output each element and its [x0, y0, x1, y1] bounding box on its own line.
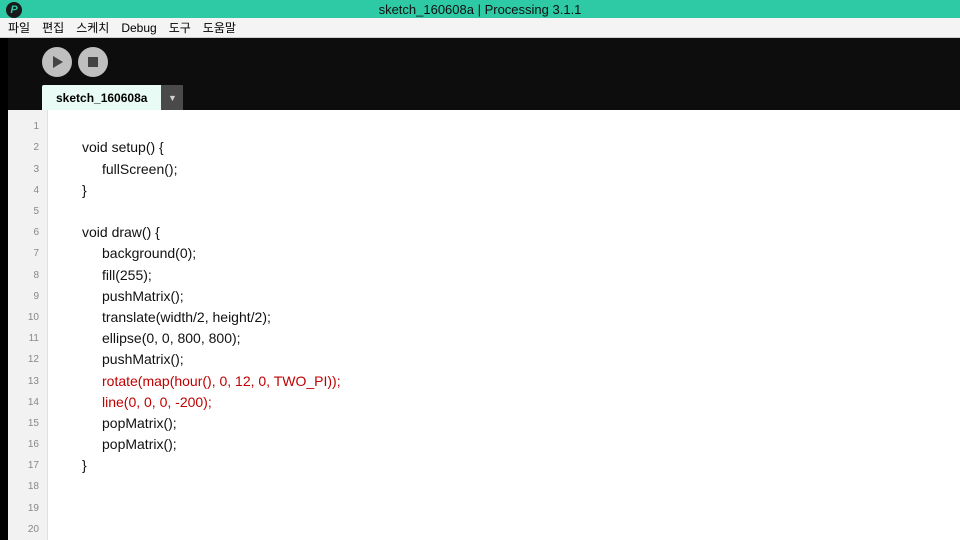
stop-button[interactable]: [78, 47, 108, 77]
line-number: 8: [8, 265, 47, 286]
app-body: sketch_160608a ▼ 12345678910111213141516…: [0, 38, 960, 540]
tab-dropdown[interactable]: ▼: [161, 85, 183, 110]
chevron-down-icon: ▼: [168, 93, 177, 103]
code-line[interactable]: [66, 116, 960, 137]
code-line[interactable]: fullScreen();: [66, 159, 960, 180]
code-line[interactable]: line(0, 0, 0, -200);: [66, 392, 960, 413]
code-line[interactable]: popMatrix();: [66, 434, 960, 455]
line-number: 9: [8, 286, 47, 307]
line-number: 16: [8, 434, 47, 455]
menu-edit[interactable]: 편집: [36, 18, 70, 38]
code-line[interactable]: ellipse(0, 0, 800, 800);: [66, 328, 960, 349]
line-number: 14: [8, 392, 47, 413]
code-line[interactable]: rotate(map(hour(), 0, 12, 0, TWO_PI));: [66, 371, 960, 392]
line-number: 19: [8, 498, 47, 519]
line-number: 13: [8, 371, 47, 392]
code-line[interactable]: translate(width/2, height/2);: [66, 307, 960, 328]
line-number: 1: [8, 116, 47, 137]
code-line[interactable]: pushMatrix();: [66, 349, 960, 370]
code-line[interactable]: fill(255);: [66, 265, 960, 286]
code-line[interactable]: [66, 519, 960, 540]
window-title: sketch_160608a | Processing 3.1.1: [379, 2, 582, 17]
line-number-gutter: 1234567891011121314151617181920: [8, 110, 48, 540]
line-number: 4: [8, 180, 47, 201]
line-number: 15: [8, 413, 47, 434]
line-number: 2: [8, 137, 47, 158]
menu-help[interactable]: 도움말: [197, 18, 242, 38]
line-number: 10: [8, 307, 47, 328]
line-number: 3: [8, 159, 47, 180]
code-line[interactable]: }: [66, 180, 960, 201]
line-number: 20: [8, 519, 47, 540]
run-button[interactable]: [42, 47, 72, 77]
code-area[interactable]: void setup() {fullScreen();} void draw() …: [48, 110, 960, 540]
line-number: 6: [8, 222, 47, 243]
main-panel: sketch_160608a ▼ 12345678910111213141516…: [8, 38, 960, 540]
line-number: 11: [8, 328, 47, 349]
code-line[interactable]: [66, 498, 960, 519]
menu-file[interactable]: 파일: [2, 18, 36, 38]
menu-tools[interactable]: 도구: [163, 18, 197, 38]
code-line[interactable]: pushMatrix();: [66, 286, 960, 307]
play-icon: [50, 55, 64, 69]
line-number: 17: [8, 455, 47, 476]
code-line[interactable]: }: [66, 455, 960, 476]
app-logo-icon: P: [6, 2, 22, 18]
code-line[interactable]: background(0);: [66, 243, 960, 264]
app-window: P sketch_160608a | Processing 3.1.1 파일 편…: [0, 0, 960, 540]
line-number: 5: [8, 201, 47, 222]
menu-debug[interactable]: Debug: [115, 18, 162, 38]
menu-sketch[interactable]: 스케치: [70, 18, 115, 38]
code-editor[interactable]: 1234567891011121314151617181920 void set…: [8, 110, 960, 540]
line-number: 7: [8, 243, 47, 264]
menu-bar: 파일 편집 스케치 Debug 도구 도움말: [0, 18, 960, 38]
tab-bar: sketch_160608a ▼: [8, 85, 960, 110]
code-line[interactable]: [66, 476, 960, 497]
title-bar: P sketch_160608a | Processing 3.1.1: [0, 0, 960, 18]
line-number: 18: [8, 476, 47, 497]
line-number: 12: [8, 349, 47, 370]
code-line[interactable]: void draw() {: [66, 222, 960, 243]
code-line[interactable]: popMatrix();: [66, 413, 960, 434]
tab-sketch[interactable]: sketch_160608a: [42, 85, 161, 110]
code-line[interactable]: [66, 201, 960, 222]
stop-icon: [87, 56, 99, 68]
left-rail: [0, 38, 8, 540]
code-line[interactable]: void setup() {: [66, 137, 960, 158]
toolbar: [8, 38, 960, 85]
